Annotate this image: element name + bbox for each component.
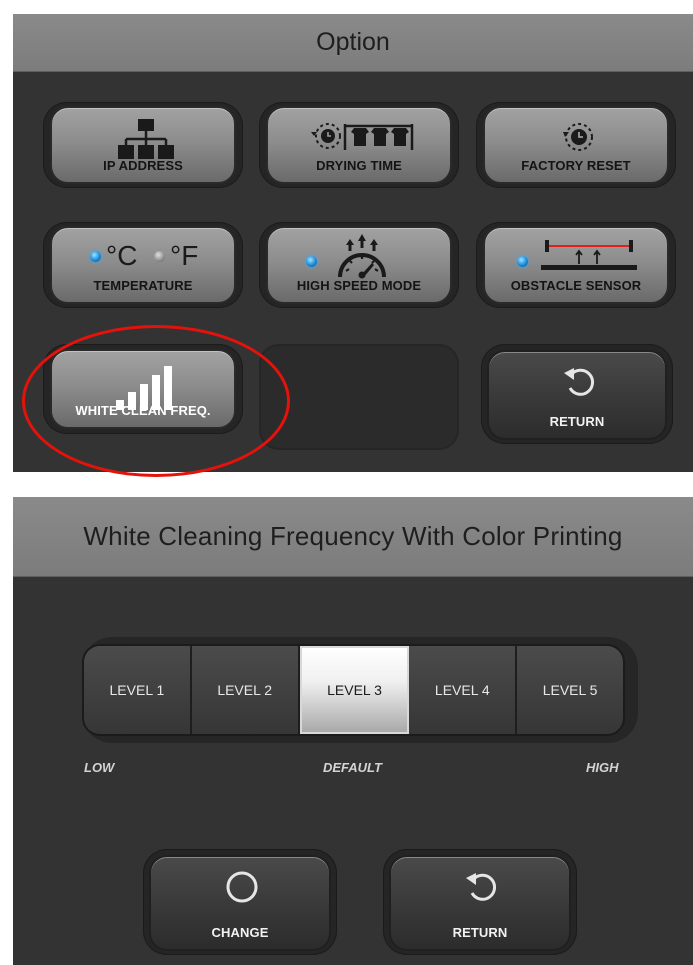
temperature-label: TEMPERATURE (93, 278, 193, 293)
temperature-button[interactable]: °C °F TEMPERATURE (50, 226, 236, 304)
drying-time-label: DRYING TIME (316, 158, 402, 173)
return-label: RETURN (452, 925, 508, 940)
obstacle-sensor-indicator (517, 256, 528, 267)
high-speed-mode-label: HIGH SPEED MODE (296, 278, 422, 293)
scale-default-label: DEFAULT (323, 760, 382, 775)
drying-time-button[interactable]: DRYING TIME (266, 106, 452, 184)
return-label: RETURN (549, 414, 605, 429)
return-icon (564, 368, 595, 396)
drying-time-icon (311, 123, 414, 150)
speedometer-icon (338, 234, 386, 279)
ip-address-label: IP ADDRESS (103, 158, 183, 173)
change-label: CHANGE (211, 925, 269, 940)
factory-reset-button[interactable]: FACTORY RESET (483, 106, 669, 184)
obstacle-sensor-button[interactable]: OBSTACLE SENSOR (483, 226, 669, 304)
level-2-button[interactable]: LEVEL 2 (191, 646, 300, 734)
return-button[interactable]: RETURN (487, 350, 667, 440)
change-button[interactable]: CHANGE (149, 855, 331, 951)
frequency-screen: White Cleaning Frequency With Color Prin… (13, 497, 693, 965)
level-5-button[interactable]: LEVEL 5 (517, 646, 623, 734)
level-3-button[interactable]: LEVEL 3 (299, 646, 410, 734)
high-speed-indicator (306, 256, 317, 267)
option-title: Option (13, 14, 693, 72)
return-button[interactable]: RETURN (389, 855, 571, 951)
return-icon (466, 873, 497, 901)
celsius-indicator (90, 251, 101, 262)
factory-reset-icon (563, 123, 593, 151)
scale-low-label: LOW (84, 760, 115, 775)
highlight-circle (22, 325, 290, 477)
circle-icon (226, 871, 258, 903)
celsius-label: °C (106, 240, 138, 271)
level-4-button[interactable]: LEVEL 4 (409, 646, 518, 734)
factory-reset-label: FACTORY RESET (521, 158, 631, 173)
fahrenheit-indicator (154, 251, 165, 262)
fahrenheit-label: °F (170, 240, 199, 271)
obstacle-sensor-icon (541, 240, 637, 270)
level-selector: LEVEL 1 LEVEL 2 LEVEL 3 LEVEL 4 LEVEL 5 (82, 644, 625, 736)
high-speed-mode-button[interactable]: HIGH SPEED MODE (266, 226, 452, 304)
scale-high-label: HIGH (586, 760, 619, 775)
frequency-title: White Cleaning Frequency With Color Prin… (13, 497, 693, 577)
level-1-button[interactable]: LEVEL 1 (84, 646, 192, 734)
ip-address-button[interactable]: IP ADDRESS (50, 106, 236, 184)
obstacle-sensor-label: OBSTACLE SENSOR (510, 278, 642, 293)
